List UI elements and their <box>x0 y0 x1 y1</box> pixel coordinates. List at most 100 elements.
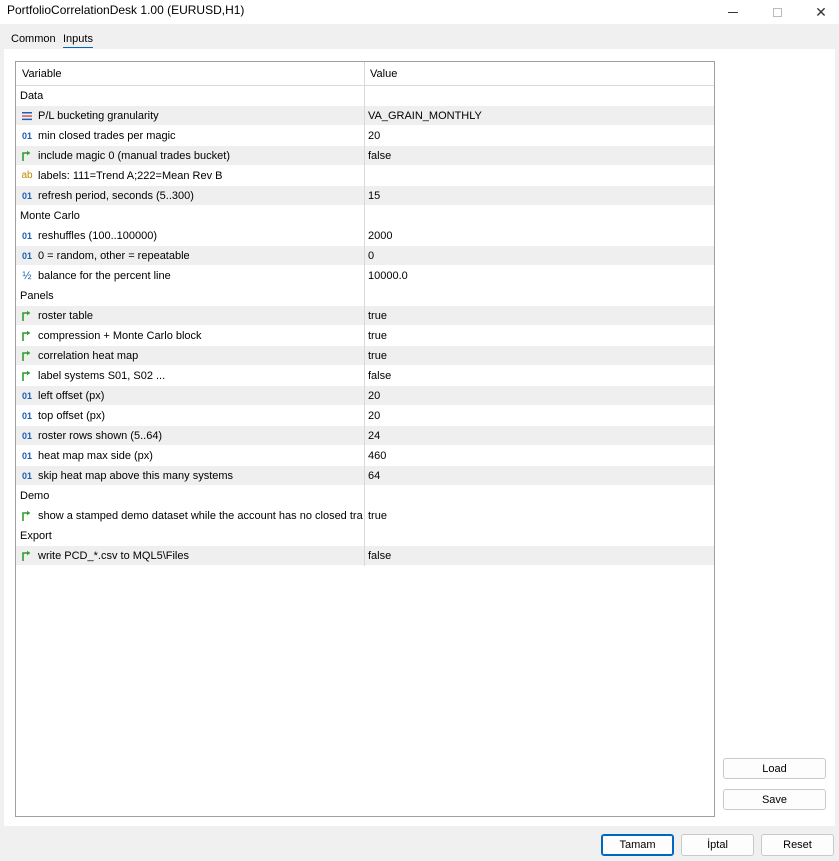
parameter-name-cell: 01 roster rows shown (5..64) <box>20 426 364 446</box>
column-divider <box>364 266 365 286</box>
parameter-value[interactable]: 15 <box>368 186 708 206</box>
column-divider <box>364 546 365 566</box>
parameter-row[interactable]: P/L bucketing granularity VA_GRAIN_MONTHL… <box>16 106 714 126</box>
parameter-label: label systems S01, S02 ... <box>38 370 166 382</box>
parameter-label: min closed trades per magic <box>38 130 176 142</box>
parameter-value[interactable]: true <box>368 306 708 326</box>
bool-icon <box>20 549 34 563</box>
parameter-value[interactable]: 460 <box>368 446 708 466</box>
parameter-row[interactable]: 01 min closed trades per magic 20 <box>16 126 714 146</box>
parameter-row[interactable]: show a stamped demo dataset while the ac… <box>16 506 714 526</box>
group-row[interactable]: Demo <box>16 486 714 506</box>
group-label: Panels <box>20 290 54 302</box>
parameter-row[interactable]: 01 refresh period, seconds (5..300) 15 <box>16 186 714 206</box>
parameter-value[interactable]: 2000 <box>368 226 708 246</box>
parameter-row[interactable]: 01 roster rows shown (5..64) 24 <box>16 426 714 446</box>
load-button[interactable]: Load <box>723 758 826 779</box>
parameter-name-cell: 01 left offset (px) <box>20 386 364 406</box>
bool-icon <box>20 149 34 163</box>
column-divider <box>364 446 365 466</box>
parameter-row[interactable]: label systems S01, S02 ... false <box>16 366 714 386</box>
column-divider <box>364 326 365 346</box>
parameter-value[interactable]: 0 <box>368 246 708 266</box>
parameter-row[interactable]: write PCD_*.csv to MQL5\Files false <box>16 546 714 566</box>
parameter-row[interactable]: 01 left offset (px) 20 <box>16 386 714 406</box>
column-divider <box>364 366 365 386</box>
int-icon: 01 <box>21 190 32 201</box>
tab-inputs[interactable]: Inputs <box>63 33 93 48</box>
enum-icon <box>20 109 34 123</box>
parameter-row[interactable]: roster table true <box>16 306 714 326</box>
column-divider <box>364 466 365 486</box>
parameter-row[interactable]: 01 heat map max side (px) 460 <box>16 446 714 466</box>
reset-button[interactable]: Reset <box>761 834 834 856</box>
int-icon: 01 <box>21 250 32 261</box>
parameters-grid: Variable Value Data P/L bucketing granula… <box>15 61 715 817</box>
parameter-row[interactable]: 01 0 = random, other = repeatable 0 <box>16 246 714 266</box>
int-icon: 01 <box>21 130 32 141</box>
group-row[interactable]: Export <box>16 526 714 546</box>
parameter-value[interactable]: false <box>368 366 708 386</box>
parameter-value[interactable]: 64 <box>368 466 708 486</box>
parameter-row[interactable]: 01 skip heat map above this many systems 6… <box>16 466 714 486</box>
parameter-label: correlation heat map <box>38 350 139 362</box>
parameter-value[interactable]: true <box>368 326 708 346</box>
close-icon: ✕ <box>815 4 827 20</box>
column-divider <box>364 246 365 266</box>
parameter-name-cell: ½ balance for the percent line <box>20 266 364 286</box>
parameter-value[interactable]: 24 <box>368 426 708 446</box>
parameter-row[interactable]: compression + Monte Carlo block true <box>16 326 714 346</box>
column-divider <box>364 486 365 506</box>
parameter-value[interactable]: VA_GRAIN_MONTHLY <box>368 106 708 126</box>
parameter-label: show a stamped demo dataset while the ac… <box>38 510 363 522</box>
column-divider <box>364 226 365 246</box>
parameter-value[interactable]: 20 <box>368 126 708 146</box>
int-icon: 01 <box>21 470 32 481</box>
parameter-value[interactable]: true <box>368 346 708 366</box>
column-header-variable[interactable]: Variable <box>22 68 62 80</box>
parameter-name-cell: show a stamped demo dataset while the ac… <box>20 506 364 526</box>
parameter-label: compression + Monte Carlo block <box>38 330 202 342</box>
string-icon: ab <box>21 170 33 181</box>
minimize-button[interactable] <box>710 0 756 24</box>
group-row[interactable]: Panels <box>16 286 714 306</box>
maximize-icon <box>772 7 782 17</box>
parameter-label: heat map max side (px) <box>38 450 153 462</box>
parameter-value[interactable]: 10000.0 <box>368 266 708 286</box>
parameter-value[interactable] <box>368 166 708 186</box>
parameter-value[interactable]: true <box>368 506 708 526</box>
parameter-value[interactable]: 20 <box>368 406 708 426</box>
column-divider[interactable] <box>364 62 365 86</box>
minimize-icon <box>728 11 738 13</box>
column-divider <box>364 166 365 186</box>
group-row[interactable]: Monte Carlo <box>16 206 714 226</box>
parameter-row[interactable]: 01 top offset (px) 20 <box>16 406 714 426</box>
parameter-label: left offset (px) <box>38 390 105 402</box>
parameter-value[interactable]: 20 <box>368 386 708 406</box>
parameter-value[interactable]: false <box>368 146 708 166</box>
parameter-label: 0 = random, other = repeatable <box>38 250 190 262</box>
column-divider <box>364 306 365 326</box>
parameter-label: roster table <box>38 310 94 322</box>
grid-header: Variable Value <box>16 62 714 86</box>
maximize-button[interactable] <box>754 0 800 24</box>
group-label: Data <box>20 90 44 102</box>
group-row[interactable]: Data <box>16 86 714 106</box>
parameter-row[interactable]: 01 reshuffles (100..100000) 2000 <box>16 226 714 246</box>
parameter-row[interactable]: ab labels: 111=Trend A;222=Mean Rev B <box>16 166 714 186</box>
parameter-name-cell: 01 top offset (px) <box>20 406 364 426</box>
close-button[interactable]: ✕ <box>798 0 839 24</box>
save-button[interactable]: Save <box>723 789 826 810</box>
parameter-label: include magic 0 (manual trades bucket) <box>38 150 230 162</box>
column-divider <box>364 386 365 406</box>
ok-button[interactable]: Tamam <box>601 834 674 856</box>
parameter-row[interactable]: include magic 0 (manual trades bucket) fa… <box>16 146 714 166</box>
column-header-value[interactable]: Value <box>370 68 397 80</box>
parameter-row[interactable]: ½ balance for the percent line 10000.0 <box>16 266 714 286</box>
column-divider <box>364 146 365 166</box>
parameter-name-cell: 01 reshuffles (100..100000) <box>20 226 364 246</box>
cancel-button[interactable]: İptal <box>681 834 754 856</box>
parameter-value[interactable]: false <box>368 546 708 566</box>
parameter-row[interactable]: correlation heat map true <box>16 346 714 366</box>
tab-common[interactable]: Common <box>11 33 56 45</box>
